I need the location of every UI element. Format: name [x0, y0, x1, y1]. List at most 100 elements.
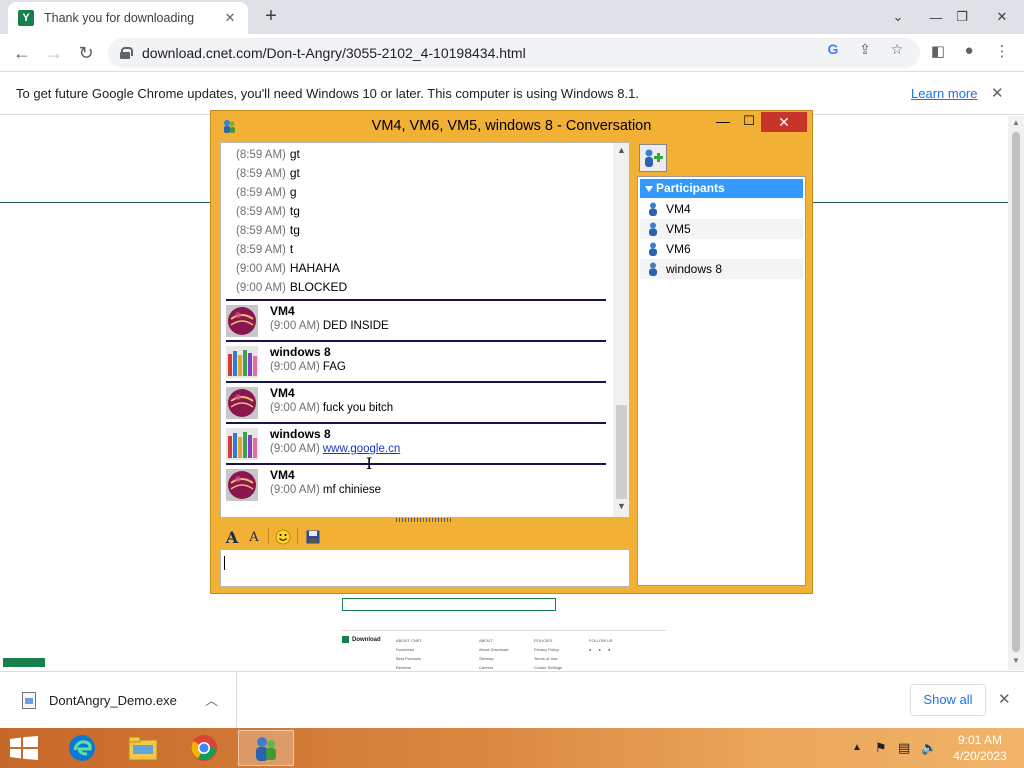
browser-tab[interactable]: Y Thank you for downloading Don't Angry …	[8, 2, 248, 34]
exe-file-icon	[22, 692, 36, 709]
buddy-icon	[649, 242, 657, 256]
chat-line: (8:59 AM) tg	[236, 204, 300, 218]
format-toolbar: A A	[220, 523, 630, 549]
sender-name: VM4	[270, 386, 295, 400]
cnet-logo-icon	[342, 636, 349, 643]
chat-scroll-up-icon[interactable]: ▲	[617, 145, 626, 155]
participants-toolbar	[637, 142, 805, 174]
sender-name: windows 8	[270, 345, 331, 359]
pane-splitter-handle[interactable]	[396, 518, 452, 522]
participants-panel: Participants VM4 VM5 VM6 windows 8	[637, 176, 806, 586]
buddy-icon	[649, 262, 657, 276]
show-all-button[interactable]: Show all	[910, 684, 986, 716]
chat-message: windows 8 (9:00 AM) FAG	[226, 342, 606, 380]
infobar-close-icon[interactable]: ✕	[991, 84, 1004, 102]
font-icon[interactable]: A	[223, 528, 241, 547]
bookmark-star-icon[interactable]: ☆	[888, 41, 906, 58]
browser-tab-strip: Y Thank you for downloading Don't Angry …	[0, 0, 1024, 34]
im-close-button[interactable]: ✕	[761, 112, 807, 132]
download-item[interactable]: DontAngry_Demo.exe ︿	[0, 672, 237, 728]
window-close-button[interactable]: ✕	[986, 0, 1018, 34]
toolbar-separator	[268, 528, 269, 544]
google-lens-icon[interactable]: G	[824, 41, 842, 57]
lock-icon[interactable]	[120, 47, 133, 59]
windows-start-icon[interactable]	[10, 736, 38, 760]
new-tab-button[interactable]: +	[260, 5, 282, 28]
shelf-close-icon[interactable]: ✕	[998, 690, 1011, 708]
font-color-icon[interactable]: A	[245, 528, 263, 546]
taskbar-clock[interactable]: 9:01 AM 4/20/2023	[944, 732, 1016, 764]
page-scrollbar[interactable]: ▲ ▼	[1008, 116, 1024, 670]
reload-button[interactable]: ↻	[73, 40, 99, 66]
chat-message: VM4 (9:00 AM) mf chiniese	[226, 465, 606, 503]
add-participant-button[interactable]	[639, 144, 667, 172]
chat-line: (9:00 AM) HAHAHA	[236, 261, 340, 275]
scroll-up-icon[interactable]: ▲	[1012, 118, 1020, 127]
scroll-down-icon[interactable]: ▼	[1012, 656, 1020, 665]
save-icon[interactable]	[304, 528, 322, 546]
footer-column-4: FOLLOW US ● ● ●	[589, 638, 614, 652]
download-shelf: DontAngry_Demo.exe ︿ Show all ✕	[0, 671, 1024, 728]
message-text: (9:00 AM) fuck you bitch	[270, 402, 394, 414]
taskbar: ▲ ⚑ ▤ 🔈 9:01 AM 4/20/2023	[0, 728, 1024, 768]
side-panel-icon[interactable]: ◧	[927, 42, 949, 60]
address-bar[interactable]: download.cnet.com/Don-t-Angry/3055-2102_…	[108, 38, 920, 68]
participant-item[interactable]: VM5	[640, 219, 803, 239]
message-input[interactable]	[220, 549, 630, 587]
tab-close-icon[interactable]: ✕	[222, 10, 238, 26]
chat-line: (8:59 AM) g	[236, 185, 297, 199]
tray-expand-icon[interactable]: ▲	[852, 742, 862, 753]
chat-line: (8:59 AM) gt	[236, 147, 300, 161]
add-participant-icon	[645, 149, 663, 167]
share-icon[interactable]: ⇪	[856, 41, 874, 58]
participant-item[interactable]: VM4	[640, 199, 803, 219]
url-text[interactable]: download.cnet.com/Don-t-Angry/3055-2102_…	[142, 45, 526, 61]
download-again-button[interactable]	[342, 598, 556, 611]
forward-button[interactable]: →	[41, 40, 67, 66]
participant-item[interactable]: VM6	[640, 239, 803, 259]
network-icon[interactable]: ▤	[898, 740, 910, 756]
profile-avatar-icon[interactable]: ●	[958, 42, 980, 59]
menu-kebab-icon[interactable]: ⋮	[991, 42, 1013, 60]
taskbar-chrome-app[interactable]	[176, 730, 232, 766]
back-button[interactable]: ←	[9, 40, 35, 66]
action-center-flag-icon[interactable]: ⚑	[875, 740, 887, 756]
folder-icon	[128, 736, 158, 761]
conversation-titlebar[interactable]: VM4, VM6, VM5, windows 8 - Conversation …	[211, 111, 812, 141]
taskbar-edge-app[interactable]	[54, 730, 110, 766]
download-file-name: DontAngry_Demo.exe	[49, 693, 177, 708]
chat-scroll-thumb[interactable]	[616, 405, 627, 499]
window-restore-button[interactable]: ❐	[946, 0, 978, 34]
chat-message: VM4 (9:00 AM) DED INSIDE	[226, 301, 606, 339]
taskbar-file-explorer-app[interactable]	[115, 730, 171, 766]
messenger-icon	[256, 737, 276, 761]
page-badge[interactable]	[3, 658, 45, 667]
vm4-avatar	[226, 305, 258, 337]
edge-icon	[69, 735, 95, 761]
chat-scrollbar[interactable]: ▲ ▼	[613, 143, 629, 517]
message-link[interactable]: www.google.cn	[323, 443, 400, 455]
message-text: (9:00 AM) mf chiniese	[270, 484, 382, 496]
learn-more-link[interactable]: Learn more	[911, 86, 977, 101]
chat-history[interactable]: (8:59 AM) gt (8:59 AM) gt (8:59 AM) g (8:59…	[220, 142, 630, 518]
toolbar-separator	[297, 528, 298, 544]
page-scroll-thumb[interactable]	[1012, 132, 1020, 652]
windows8-avatar	[226, 346, 258, 378]
chevron-up-icon[interactable]: ︿	[205, 690, 218, 709]
clock-time: 9:01 AM	[957, 733, 1003, 747]
taskbar-messenger-app[interactable]	[238, 730, 294, 766]
participant-item[interactable]: windows 8	[640, 259, 803, 279]
tab-title: Thank you for downloading Don't Angry	[44, 11, 194, 25]
tab-search-icon[interactable]: ⌄	[882, 0, 914, 34]
participants-header[interactable]: Participants	[640, 179, 803, 198]
emoticon-icon[interactable]	[274, 528, 292, 546]
clock-date: 4/20/2023	[953, 749, 1007, 763]
volume-muted-icon[interactable]: 🔈	[921, 740, 937, 756]
chat-scroll-down-icon[interactable]: ▼	[617, 501, 626, 511]
chat-line: (8:59 AM) t	[236, 242, 294, 256]
footer-logo[interactable]: Download	[342, 636, 381, 643]
im-maximize-button[interactable]: ☐	[737, 113, 761, 135]
vm4-avatar	[226, 387, 258, 419]
im-minimize-button[interactable]: —	[711, 113, 735, 135]
sender-name: windows 8	[270, 427, 331, 441]
